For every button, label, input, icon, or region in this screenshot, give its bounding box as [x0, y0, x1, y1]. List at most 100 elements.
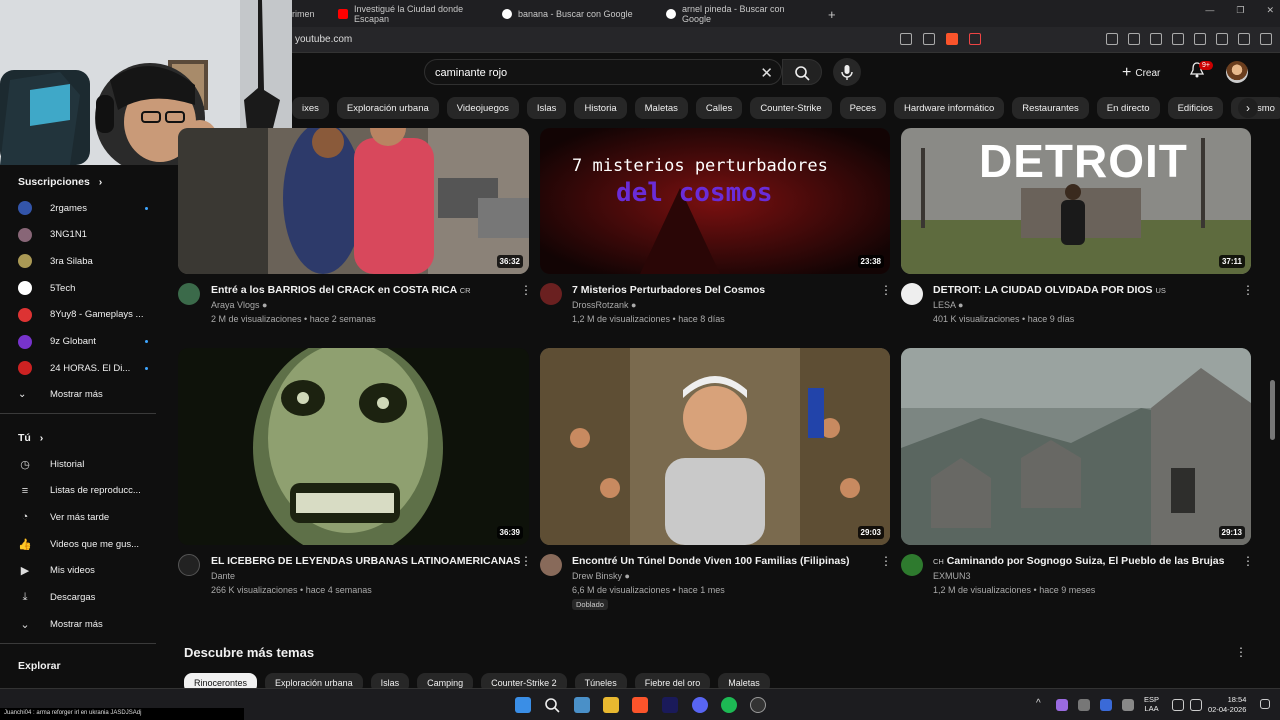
channel-name[interactable]: Drew Binsky ● — [572, 571, 630, 581]
sidebar-you-item[interactable]: ◔ Ver más tarde — [18, 507, 148, 527]
language-indicator[interactable]: ESP LAA — [1144, 695, 1159, 713]
tray-app-icon[interactable] — [1056, 699, 1068, 711]
sidebar-subscription-item[interactable]: 2rgames — [18, 198, 148, 218]
video-thumbnail[interactable]: 36:32 — [178, 128, 529, 274]
channel-name[interactable]: Araya Vlogs ● — [211, 300, 267, 310]
clear-search-icon[interactable]: ✕ — [760, 64, 773, 82]
system-clock[interactable]: 18:54 02-04-2026 — [1208, 695, 1246, 715]
filter-chip[interactable]: Counter-Strike — [750, 97, 832, 119]
filter-chip[interactable]: Hardware informático — [893, 97, 1005, 119]
sidebar-you-item[interactable]: 👍 Videos que me gus... — [18, 534, 148, 554]
filter-chip[interactable]: Calles — [695, 97, 743, 119]
video-thumbnail[interactable]: 29:13 — [901, 348, 1251, 545]
show-more-subscriptions[interactable]: ⌄ Mostrar más — [18, 384, 148, 404]
sidebar-you-item[interactable]: ⤓ Descargas — [18, 588, 148, 608]
video-title[interactable]: CH Caminando por Sognogo Suiza, El Puebl… — [933, 555, 1224, 567]
minimize-icon[interactable]: — — [1205, 5, 1214, 16]
search-button[interactable] — [782, 59, 822, 85]
more-options-icon[interactable]: ⋮ — [520, 283, 532, 297]
channel-avatar[interactable] — [540, 283, 562, 305]
browser-tab-2[interactable]: Investigué la Ciudad donde Escapan — [338, 3, 486, 25]
more-options-icon[interactable]: ⋮ — [1242, 283, 1254, 297]
video-title[interactable]: DETROIT: LA CIUDAD OLVIDADA POR DIOS US — [933, 284, 1166, 296]
video-thumbnail[interactable]: 29:03 — [540, 348, 890, 545]
microphone-tray-icon[interactable] — [1122, 699, 1134, 711]
filter-chip[interactable]: Edificios — [1167, 97, 1223, 119]
sidebar-toggle-icon[interactable] — [1172, 33, 1184, 45]
sidebar-subscription-item[interactable]: 9z Globant — [18, 332, 148, 352]
sidebar-subscription-item[interactable]: 24 HORAS. El Di... — [18, 358, 148, 378]
channel-avatar[interactable] — [540, 554, 562, 576]
restore-icon[interactable]: ❐ — [1236, 5, 1244, 16]
new-tab-button[interactable]: + — [828, 3, 836, 25]
video-title[interactable]: 7 Misterios Perturbadores Del Cosmos — [572, 284, 765, 296]
extensions-icon[interactable] — [1106, 33, 1118, 45]
video-thumbnail[interactable]: 36:39 — [178, 348, 529, 545]
video-title[interactable]: Entré a los BARRIOS del CRACK en COSTA R… — [211, 284, 471, 296]
subscriptions-heading[interactable]: Suscripciones › — [18, 176, 102, 188]
menu-icon[interactable] — [1260, 33, 1272, 45]
wallet-icon[interactable] — [1194, 33, 1206, 45]
brave-rewards-icon[interactable] — [969, 33, 981, 45]
filter-chip[interactable]: Historia — [574, 97, 627, 119]
filter-chip[interactable]: Peces — [839, 97, 886, 119]
you-heading[interactable]: Tú › — [18, 432, 43, 444]
media-icon[interactable] — [1150, 33, 1162, 45]
channel-name[interactable]: LESA ● — [933, 300, 963, 310]
browser-tab-4[interactable]: arnel pineda - Buscar con Google — [666, 3, 816, 25]
sidebar-subscription-item[interactable]: 5Tech — [18, 278, 148, 298]
notification-center-icon[interactable] — [1260, 699, 1270, 709]
channel-avatar[interactable] — [178, 283, 200, 305]
sidebar-you-item[interactable]: ⌄ Mostrar más — [18, 614, 148, 634]
screenshot-icon[interactable] — [1128, 33, 1140, 45]
channel-name[interactable]: DrossRotzank ● — [572, 300, 636, 310]
cast-icon[interactable] — [900, 33, 912, 45]
channel-name[interactable]: Dante — [211, 571, 235, 581]
browser-tab-1[interactable]: rimen — [292, 3, 332, 25]
search-icon[interactable] — [544, 697, 560, 713]
brave-shield-icon[interactable] — [946, 33, 958, 45]
filter-chip[interactable]: Exploración urbana — [336, 97, 439, 119]
filter-chip[interactable]: ixes — [292, 97, 329, 119]
network-icon[interactable] — [1172, 699, 1184, 711]
sidebar-you-item[interactable]: ≡ Listas de reproducc... — [18, 481, 148, 501]
headset-icon[interactable] — [1078, 699, 1090, 711]
scrollbar-thumb[interactable] — [1270, 380, 1275, 440]
spotify-icon[interactable] — [721, 697, 737, 713]
file-explorer-icon[interactable] — [603, 697, 619, 713]
sidebar-subscription-item[interactable]: 3NG1N1 — [18, 225, 148, 245]
search-box[interactable]: caminante rojo ✕ — [424, 59, 782, 85]
channel-avatar[interactable] — [178, 554, 200, 576]
channel-avatar[interactable] — [901, 283, 923, 305]
more-options-icon[interactable]: ⋮ — [1235, 645, 1247, 659]
windows-start-icon[interactable] — [515, 697, 531, 713]
discord-icon[interactable] — [692, 697, 708, 713]
tray-chevron-icon[interactable]: ^ — [1036, 698, 1041, 709]
obs-icon[interactable] — [750, 697, 766, 713]
volume-icon[interactable] — [1190, 699, 1202, 711]
sidebar-you-item[interactable]: ▶ Mis videos — [18, 561, 148, 581]
widgets-icon[interactable] — [574, 697, 590, 713]
create-button[interactable]: + Crear — [1122, 61, 1160, 85]
filter-chip[interactable]: En directo — [1096, 97, 1160, 119]
url-field[interactable]: youtube.com — [295, 34, 352, 45]
more-options-icon[interactable]: ⋮ — [880, 283, 892, 297]
more-options-icon[interactable]: ⋮ — [880, 554, 892, 568]
search-input[interactable]: caminante rojo — [435, 67, 507, 79]
filter-chip[interactable]: Videojuegos — [446, 97, 519, 119]
video-thumbnail[interactable]: 7 misterios perturbadores del cosmos 23:… — [540, 128, 890, 274]
vpn-icon[interactable] — [1238, 33, 1250, 45]
close-icon[interactable]: ✕ — [1266, 5, 1274, 16]
sidebar-you-item[interactable]: ◷ Historial — [18, 454, 148, 474]
sidebar-subscription-item[interactable]: 8Yuy8 - Gameplays ... — [18, 305, 148, 325]
more-options-icon[interactable]: ⋮ — [520, 554, 532, 568]
account-avatar[interactable] — [1226, 61, 1248, 83]
video-title[interactable]: EL ICEBERG DE LEYENDAS URBANAS LATINOAME… — [211, 555, 520, 567]
chevron-right-icon[interactable]: › — [1238, 98, 1258, 118]
premiere-pro-icon[interactable] — [662, 697, 678, 713]
filter-chip[interactable]: Restaurantes — [1012, 97, 1089, 119]
filter-chip[interactable]: Maletas — [634, 97, 688, 119]
steam-icon[interactable] — [1100, 699, 1112, 711]
leo-ai-icon[interactable] — [1216, 33, 1228, 45]
browser-tab-3[interactable]: banana - Buscar con Google — [502, 3, 652, 25]
